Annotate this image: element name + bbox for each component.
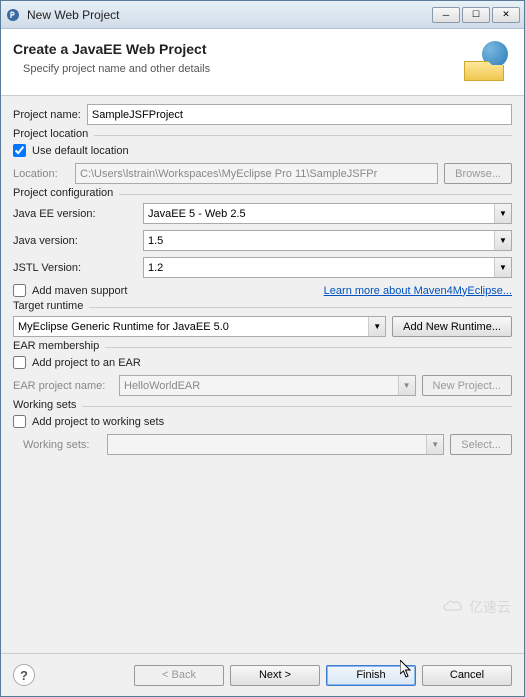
title-bar[interactable]: New Web Project ─ ☐ ✕ — [1, 1, 524, 29]
next-button[interactable]: Next > — [230, 665, 320, 686]
java-version-select[interactable]: 1.5▼ — [143, 230, 512, 251]
jstl-version-select[interactable]: 1.2▼ — [143, 257, 512, 278]
chevron-down-icon: ▼ — [494, 231, 511, 250]
project-config-group: Project configuration Java EE version: J… — [13, 194, 512, 297]
add-to-ear-checkbox[interactable] — [13, 356, 26, 369]
add-new-runtime-button[interactable]: Add New Runtime... — [392, 316, 512, 337]
use-default-location-label: Use default location — [32, 145, 129, 157]
location-label: Location: — [13, 168, 69, 180]
group-title-runtime: Target runtime — [13, 300, 89, 312]
window-title: New Web Project — [27, 8, 432, 22]
ear-name-select: HelloWorldEAR▼ — [119, 375, 416, 396]
maximize-button[interactable]: ☐ — [462, 7, 490, 23]
chevron-down-icon: ▼ — [426, 435, 443, 454]
group-title-ear: EAR membership — [13, 340, 105, 352]
learn-more-link[interactable]: Learn more about Maven4MyEclipse... — [324, 285, 512, 297]
browse-button: Browse... — [444, 163, 512, 184]
ear-name-label: EAR project name: — [13, 380, 113, 392]
add-to-ws-label: Add project to working sets — [32, 416, 164, 428]
new-project-button: New Project... — [422, 375, 512, 396]
project-name-input[interactable] — [87, 104, 512, 125]
java-version-label: Java version: — [13, 235, 143, 247]
app-icon — [5, 7, 21, 23]
page-subtitle: Specify project name and other details — [23, 63, 464, 75]
wizard-icon — [464, 41, 512, 81]
group-title-config: Project configuration — [13, 187, 119, 199]
javaee-version-select[interactable]: JavaEE 5 - Web 2.5▼ — [143, 203, 512, 224]
ear-membership-group: EAR membership Add project to an EAR EAR… — [13, 347, 512, 396]
select-ws-button: Select... — [450, 434, 512, 455]
add-to-ws-checkbox[interactable] — [13, 415, 26, 428]
page-title: Create a JavaEE Web Project — [13, 41, 464, 57]
location-input — [75, 163, 438, 184]
chevron-down-icon: ▼ — [368, 317, 385, 336]
window-controls: ─ ☐ ✕ — [432, 7, 520, 23]
ws-select: ▼ — [107, 434, 444, 455]
close-button[interactable]: ✕ — [492, 7, 520, 23]
add-to-ear-label: Add project to an EAR — [32, 357, 141, 369]
working-sets-group: Working sets Add project to working sets… — [13, 406, 512, 455]
back-button: < Back — [134, 665, 224, 686]
group-title-ws: Working sets — [13, 399, 82, 411]
project-location-group: Project location Use default location Lo… — [13, 135, 512, 184]
add-maven-label: Add maven support — [32, 285, 318, 297]
header-banner: Create a JavaEE Web Project Specify proj… — [1, 29, 524, 96]
dialog-window: New Web Project ─ ☐ ✕ Create a JavaEE We… — [0, 0, 525, 697]
chevron-down-icon: ▼ — [494, 258, 511, 277]
javaee-version-label: Java EE version: — [13, 208, 143, 220]
target-runtime-select[interactable]: MyEclipse Generic Runtime for JavaEE 5.0… — [13, 316, 386, 337]
minimize-button[interactable]: ─ — [432, 7, 460, 23]
cancel-button[interactable]: Cancel — [422, 665, 512, 686]
chevron-down-icon: ▼ — [398, 376, 415, 395]
target-runtime-group: Target runtime MyEclipse Generic Runtime… — [13, 307, 512, 337]
add-maven-checkbox[interactable] — [13, 284, 26, 297]
group-title-location: Project location — [13, 128, 94, 140]
finish-button[interactable]: Finish — [326, 665, 416, 686]
button-bar: ? < Back Next > Finish Cancel — [1, 653, 524, 696]
help-icon[interactable]: ? — [13, 664, 35, 686]
chevron-down-icon: ▼ — [494, 204, 511, 223]
ws-label: Working sets: — [23, 439, 101, 451]
project-name-label: Project name: — [13, 109, 81, 121]
use-default-location-checkbox[interactable] — [13, 144, 26, 157]
form-body: Project name: Project location Use defau… — [1, 96, 524, 653]
jstl-version-label: JSTL Version: — [13, 262, 143, 274]
